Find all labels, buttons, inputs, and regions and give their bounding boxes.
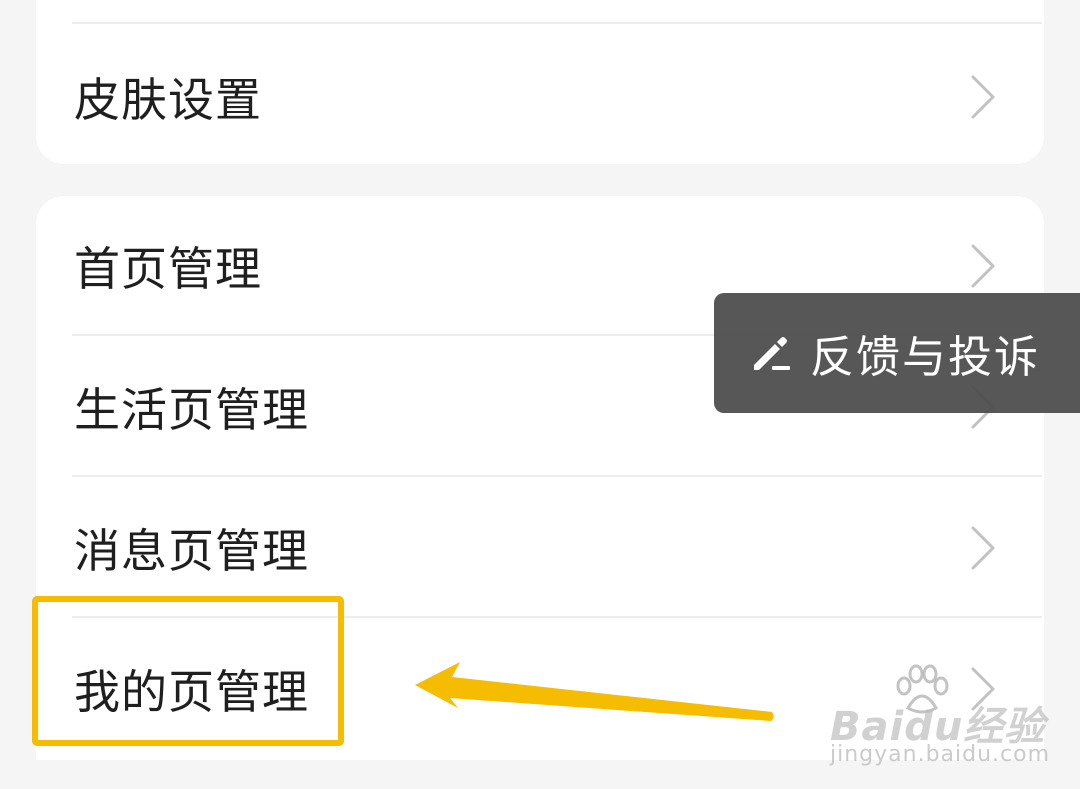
settings-item-label: 首页管理 bbox=[74, 242, 262, 296]
settings-item-skin[interactable]: 皮肤设置 bbox=[36, 27, 1044, 167]
settings-item-label: 消息页管理 bbox=[74, 524, 309, 578]
chevron-right-icon bbox=[971, 526, 995, 570]
edit-pencil-icon bbox=[754, 337, 790, 370]
highlight-box bbox=[32, 596, 344, 746]
divider bbox=[72, 475, 1042, 477]
feedback-button[interactable]: 反馈与投诉 bbox=[714, 293, 1080, 413]
annotation-arrow-icon bbox=[415, 662, 774, 721]
divider bbox=[72, 22, 1042, 24]
settings-item-label: 皮肤设置 bbox=[74, 73, 262, 127]
watermark-url: jingyan.baidu.com bbox=[830, 742, 1051, 767]
feedback-label: 反馈与投诉 bbox=[810, 332, 1040, 383]
chevron-right-icon bbox=[971, 75, 995, 119]
chevron-right-icon bbox=[971, 244, 995, 288]
watermark: Baidu经验 jingyan.baidu.com bbox=[826, 664, 1049, 774]
settings-item-label: 生活页管理 bbox=[74, 383, 309, 437]
